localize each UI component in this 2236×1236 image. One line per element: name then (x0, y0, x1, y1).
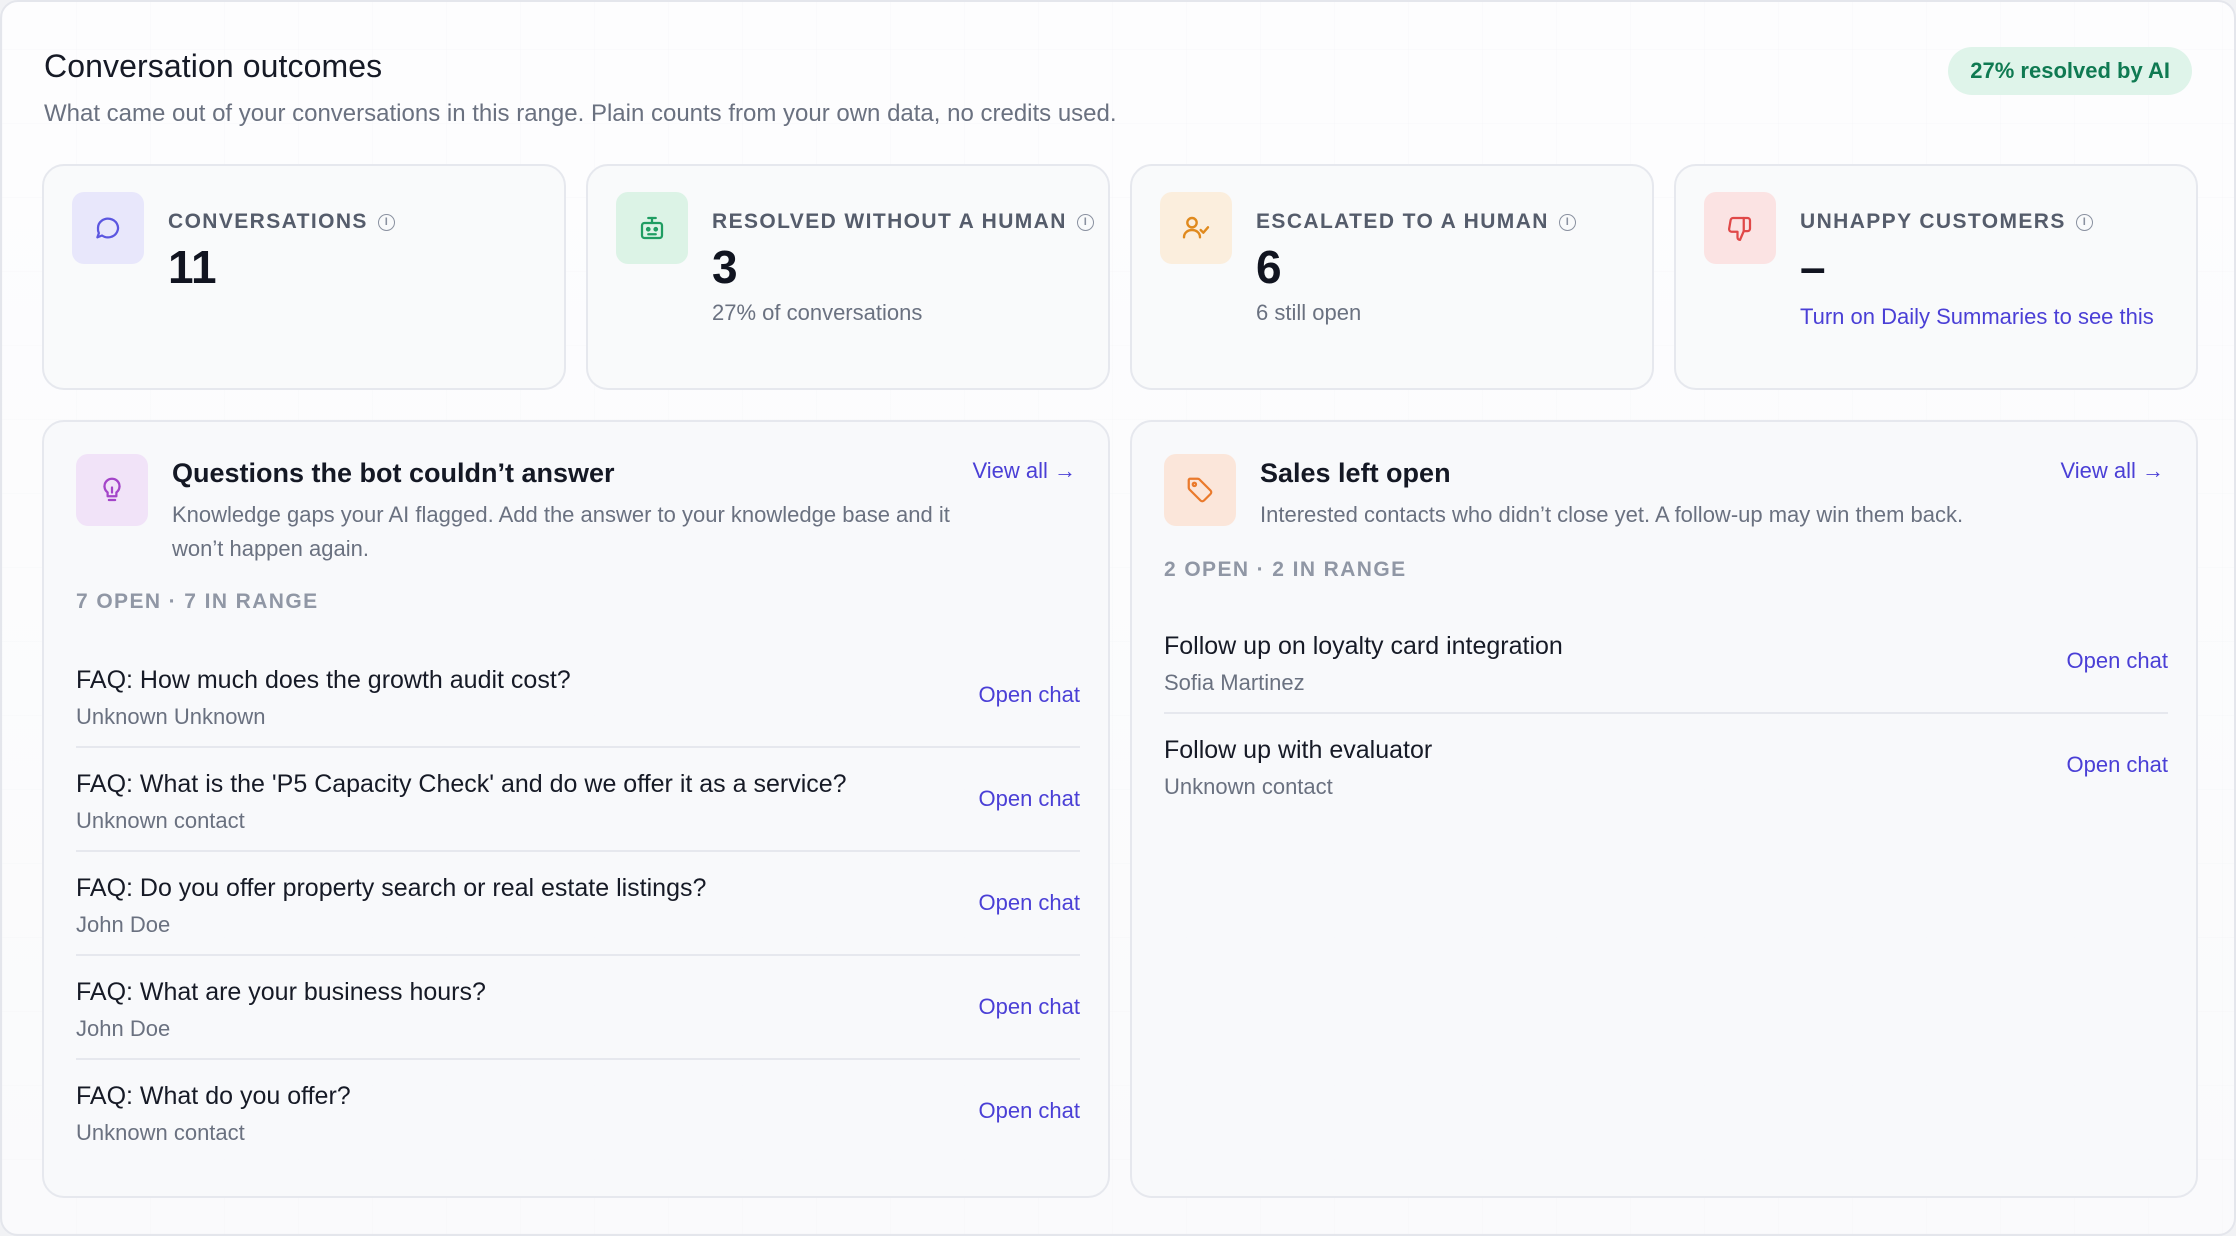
list-item: FAQ: What do you offer? Unknown contact … (76, 1060, 1080, 1164)
item-contact: Unknown Unknown (76, 704, 266, 729)
user-check-icon (1160, 192, 1232, 264)
list-item: FAQ: What are your business hours? John … (76, 956, 1080, 1060)
bot-icon (616, 192, 688, 264)
daily-summaries-link[interactable]: Turn on Daily Summaries to see this (1800, 300, 2170, 334)
panel-counts: 2 OPEN · 2 IN RANGE (1164, 558, 1407, 581)
sales-open-list: Follow up on loyalty card integration So… (1164, 610, 2168, 818)
list-item: FAQ: Do you offer property search or rea… (76, 852, 1080, 956)
item-contact: John Doe (76, 912, 171, 937)
open-chat-link[interactable]: Open chat (2066, 752, 2168, 778)
item-contact: Unknown contact (76, 1120, 245, 1145)
open-chat-link[interactable]: Open chat (978, 994, 1080, 1020)
list-item: Follow up with evaluator Unknown contact… (1164, 714, 2168, 818)
panel-title: Questions the bot couldn’t answer (172, 458, 615, 488)
panel-counts: 7 OPEN · 7 IN RANGE (76, 590, 319, 613)
item-contact: Unknown contact (76, 808, 245, 833)
panel-title: Sales left open (1260, 458, 1451, 488)
open-chat-link[interactable]: Open chat (978, 786, 1080, 812)
list-item: FAQ: What is the 'P5 Capacity Check' and… (76, 748, 1080, 852)
stat-value: – (1800, 241, 1826, 293)
item-title: Follow up with evaluator (1164, 736, 1433, 764)
panel-description: Interested contacts who didn’t close yet… (1260, 502, 1964, 527)
stat-card-escalated: ESCALATED TO A HUMAN i 6 6 still open (1130, 164, 1654, 390)
thumbs-down-icon (1704, 192, 1776, 264)
item-title: FAQ: What is the 'P5 Capacity Check' and… (76, 770, 847, 798)
item-contact: John Doe (76, 1016, 171, 1041)
view-all-link[interactable]: View all → (2060, 458, 2164, 484)
stat-value: 6 (1256, 241, 1282, 293)
info-icon[interactable]: i (1558, 213, 1576, 231)
list-item: Follow up on loyalty card integration So… (1164, 610, 2168, 714)
stat-label: RESOLVED WITHOUT A HUMAN i (712, 210, 1094, 234)
item-title: Follow up on loyalty card integration (1164, 632, 1563, 660)
chat-bubble-icon (72, 192, 144, 264)
tag-icon (1164, 454, 1236, 526)
lightbulb-icon (76, 454, 148, 526)
knowledge-gap-list: FAQ: How much does the growth audit cost… (76, 644, 1080, 1164)
stat-label: UNHAPPY CUSTOMERS i (1800, 210, 2093, 234)
open-chat-link[interactable]: Open chat (2066, 648, 2168, 674)
panel-description: Knowledge gaps your AI flagged. Add the … (172, 502, 950, 561)
info-icon[interactable]: i (377, 213, 395, 231)
stat-value: 3 (712, 241, 738, 293)
stat-card-unhappy: UNHAPPY CUSTOMERS i – Turn on Daily Summ… (1674, 164, 2198, 390)
stats-row: CONVERSATIONS i 11 RESOLVED WITHOUT A HU… (42, 164, 2198, 392)
view-all-link[interactable]: View all → (972, 458, 1076, 484)
item-contact: Sofia Martinez (1164, 670, 1305, 695)
item-title: FAQ: Do you offer property search or rea… (76, 874, 707, 902)
stat-value: 11 (168, 241, 217, 293)
stat-note: 6 still open (1256, 300, 1362, 325)
outcomes-card: Conversation outcomes What came out of y… (0, 0, 2236, 1236)
info-icon[interactable]: i (1076, 213, 1094, 231)
stat-label-text: ESCALATED TO A HUMAN (1256, 210, 1549, 233)
stat-note: 27% of conversations (712, 300, 923, 325)
open-chat-link[interactable]: Open chat (978, 682, 1080, 708)
item-title: FAQ: What are your business hours? (76, 978, 486, 1006)
item-title: FAQ: What do you offer? (76, 1082, 351, 1110)
page-title: Conversation outcomes (44, 48, 383, 84)
stat-label-text: CONVERSATIONS (168, 210, 368, 233)
stat-label-text: UNHAPPY CUSTOMERS (1800, 210, 2066, 233)
stat-label: CONVERSATIONS i (168, 210, 395, 234)
resolved-badge: 27% resolved by AI (1948, 47, 2192, 95)
open-chat-link[interactable]: Open chat (978, 890, 1080, 916)
stat-card-resolved: RESOLVED WITHOUT A HUMAN i 3 27% of conv… (586, 164, 1110, 390)
list-item: FAQ: How much does the growth audit cost… (76, 644, 1080, 748)
item-contact: Unknown contact (1164, 774, 1333, 799)
stat-card-conversations: CONVERSATIONS i 11 (42, 164, 566, 390)
info-icon[interactable]: i (2075, 213, 2093, 231)
stat-label-text: RESOLVED WITHOUT A HUMAN (712, 210, 1067, 233)
page-subtitle: What came out of your conversations in t… (44, 100, 1117, 127)
knowledge-gaps-panel: Questions the bot couldn’t answer Knowle… (42, 420, 1110, 1198)
item-title: FAQ: How much does the growth audit cost… (76, 666, 571, 694)
stat-label: ESCALATED TO A HUMAN i (1256, 210, 1576, 234)
sales-open-panel: Sales left open Interested contacts who … (1130, 420, 2198, 1198)
open-chat-link[interactable]: Open chat (978, 1098, 1080, 1124)
